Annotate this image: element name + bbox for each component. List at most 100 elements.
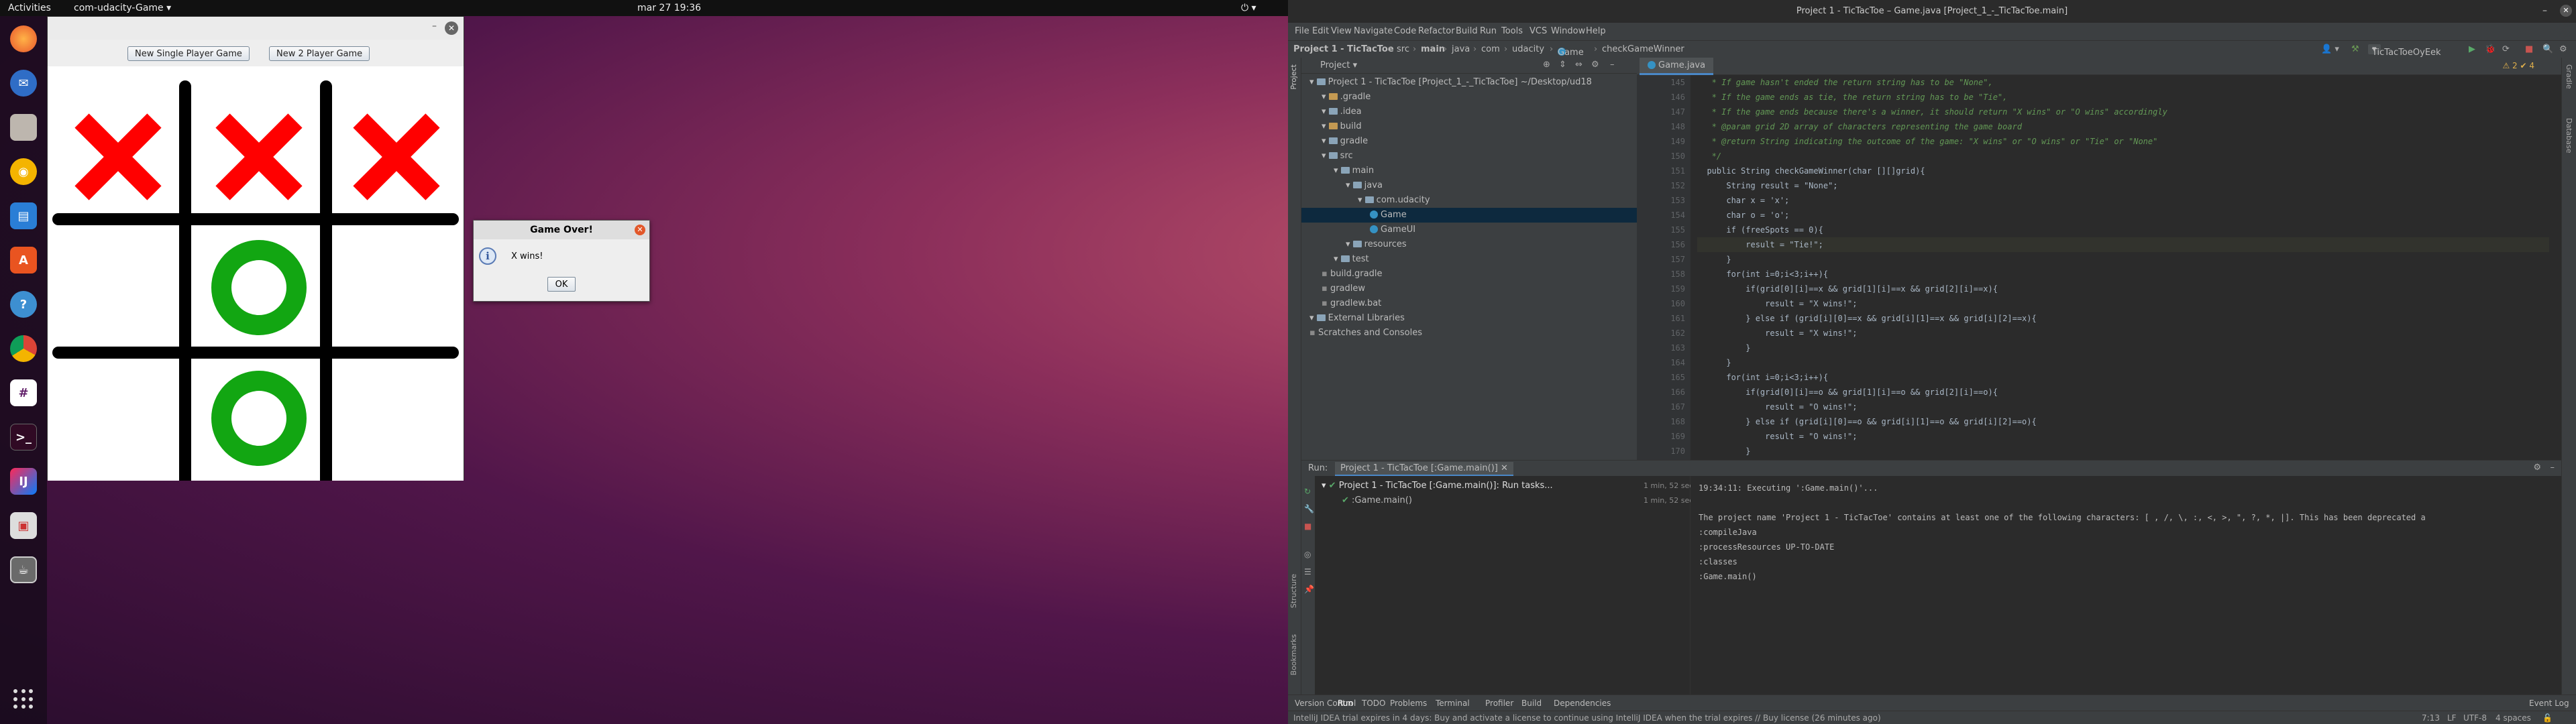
project-view-select[interactable]: Project ▾ [1320,60,1357,70]
code-line[interactable]: * @return String indicating the outcome … [1697,134,2158,149]
bottom-tab-run[interactable]: Run [1338,699,1353,708]
collapse-all-icon[interactable]: ⇕ [1559,60,1566,70]
breadcrumb-method[interactable]: checkGameWinner [1602,44,1684,54]
app-menu[interactable]: com-udacity-Game ▾ [74,3,171,13]
code-line[interactable]: result = "O wins!"; [1697,400,1857,414]
menu-build[interactable]: Build [1456,26,1478,36]
editor-tab-game-java[interactable]: Game.java [1640,58,1714,75]
rhythmbox-icon[interactable]: ◉ [10,158,37,185]
code-line[interactable]: for(int i=0;i<3;i++){ [1697,370,1828,385]
slack-icon[interactable]: # [10,379,37,406]
help-icon[interactable]: ? [10,291,37,318]
ok-button[interactable]: OK [547,277,576,292]
layout-icon[interactable]: ☰ [1304,567,1311,577]
code-line[interactable]: result = "X wins!"; [1697,296,1857,311]
menu-edit[interactable]: Edit [1312,26,1329,36]
pin-icon[interactable]: 📌 [1304,585,1314,594]
event-log-tab[interactable]: Event Log [2529,699,2569,708]
tree-item[interactable]: ▾ gradle [1322,134,1368,149]
code-line[interactable]: } else if (grid[i][0]==o && grid[i][1]==… [1697,414,2037,429]
console-output[interactable]: 19:34:11: Executing ':Game.main()'... The… [1690,476,2561,697]
breadcrumb-project[interactable]: Project 1 - TicTacToe [1293,44,1394,54]
menu-run[interactable]: Run [1480,26,1497,36]
show-icon[interactable]: ◎ [1304,550,1311,559]
project-tool-tab[interactable]: Project [1289,64,1298,90]
tree-item[interactable]: ▾ main [1334,164,1374,178]
debug-icon[interactable]: 🐞 [2485,44,2496,54]
code-line[interactable]: } [1697,444,1750,459]
new-two-player-button[interactable]: New 2 Player Game [269,46,370,61]
expand-all-icon[interactable]: ⇔ [1575,60,1582,70]
code-line[interactable]: result = "O wins!"; [1697,429,1857,444]
run-tree-root[interactable]: ▾ ✔ Project 1 - TicTacToe [:Game.main()]… [1322,479,1553,493]
breadcrumb-src[interactable]: src [1397,44,1409,54]
database-tool-tab[interactable]: Database [2565,118,2573,154]
menu-navigate[interactable]: Navigate [1354,26,1393,36]
vcs-user-icon[interactable]: 👤 ▾ [2321,44,2339,54]
window-close-icon[interactable]: ✕ [2560,5,2572,17]
code-line[interactable]: if (freeSpots == 0){ [1697,223,1823,237]
tree-item[interactable]: ▾ src [1322,149,1353,164]
x-mark[interactable] [215,113,303,200]
code-line[interactable]: } else if (grid[i][0]==x && grid[i][1]==… [1697,311,2037,326]
tree-item[interactable]: ▪ build.gradle [1322,267,1382,282]
breadcrumb-com[interactable]: com [1481,44,1500,54]
bottom-tab-problems[interactable]: Problems [1390,699,1427,708]
gradle-tool-tab[interactable]: Gradle [2565,64,2573,89]
menu-refactor[interactable]: Refactor [1418,26,1455,36]
menu-file[interactable]: File [1295,26,1309,36]
file-encoding[interactable]: UTF-8 [2463,713,2487,723]
tree-item[interactable]: ▪ Scratches and Consoles [1309,326,1422,341]
o-mark[interactable] [211,371,307,466]
code-line[interactable]: */ [1697,149,1721,164]
code-line[interactable]: if(grid[0][i]==x && grid[1][i]==x && gri… [1697,282,1998,296]
bottom-tab-dependencies[interactable]: Dependencies [1554,699,1611,708]
run-config-select[interactable]: TicTacToeOyEek ▾ [2368,44,2441,58]
hammer-icon[interactable]: ⚒ [2351,44,2359,54]
breadcrumb-java[interactable]: java [1452,44,1470,54]
files-icon[interactable] [10,114,37,141]
bottom-tab-build[interactable]: Build [1521,699,1542,708]
minimize-icon[interactable]: – [432,21,437,32]
code-line[interactable]: result = "Tie!"; [1697,237,2549,252]
window-minimize-icon[interactable]: – [2542,5,2547,16]
wrench-icon[interactable]: 🔧 [1304,504,1314,514]
show-apps-icon[interactable] [13,689,34,709]
rerun-icon[interactable]: ↻ [1304,487,1311,496]
code-line[interactable]: for(int i=0;i<3;i++){ [1697,267,1828,282]
menu-help[interactable]: Help [1586,26,1606,36]
run-tree-task[interactable]: ✔ :Game.main() [1342,493,1412,508]
status-message[interactable]: IntelliJ IDEA trial expires in 4 days: B… [1293,713,1881,723]
new-single-player-button[interactable]: New Single Player Game [127,46,250,61]
run-settings-icon[interactable]: ⚙ [2533,463,2541,473]
tree-item[interactable]: ▾ External Libraries [1309,311,1405,326]
bookmarks-tool-tab[interactable]: Bookmarks [1289,634,1298,675]
bottom-tab-todo[interactable]: TODO [1362,699,1385,708]
structure-tool-tab[interactable]: Structure [1289,574,1298,608]
dialog-close-icon[interactable]: ✕ [635,225,645,235]
tree-item[interactable]: ▾ Project 1 - TicTacToe [Project_1_-_Tic… [1309,75,1592,90]
tree-item[interactable]: ▾ build [1322,119,1362,134]
menu-view[interactable]: View [1331,26,1352,36]
search-icon[interactable]: 🔍 [2542,44,2553,54]
code-line[interactable]: public String checkGameWinner(char [][]g… [1697,164,1925,178]
code-line[interactable]: result = "X wins!"; [1697,326,1857,341]
intellij-icon[interactable]: IJ [10,468,37,495]
tree-item[interactable]: ▾ resources [1346,237,1407,252]
code-line[interactable]: * If the game ends as tie, the return st… [1697,90,2008,105]
lock-icon[interactable]: 🔓 [2542,713,2553,723]
bottom-tab-terminal[interactable]: Terminal [1436,699,1470,708]
clock[interactable]: mar 27 19:36 [637,3,701,13]
o-mark[interactable] [211,240,307,335]
game-titlebar[interactable]: – ✕ [48,17,464,40]
menu-code[interactable]: Code [1394,26,1416,36]
code-line[interactable]: } [1697,341,1750,355]
firefox-icon[interactable] [10,25,37,52]
system-menu-icon[interactable]: ⏻ ▾ [1241,3,1256,13]
code-line[interactable]: * If game hasn't ended the return string… [1697,75,1993,90]
code-area[interactable]: * If game hasn't ended the return string… [1697,75,2549,471]
terminal-icon[interactable]: >_ [10,424,37,450]
tree-item[interactable]: Game [1301,208,1637,223]
tree-item[interactable]: ▾ .gradle [1322,90,1371,105]
menu-window[interactable]: Window [1551,26,1585,36]
